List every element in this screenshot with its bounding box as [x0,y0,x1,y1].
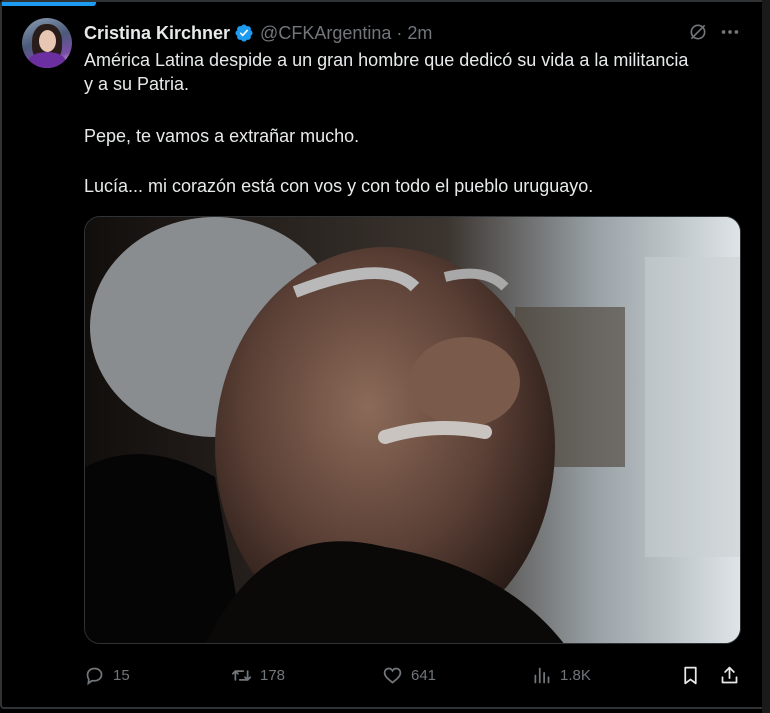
separator-dot: · [396,22,403,43]
post-text-line-4: Lucía... mi corazón está con vos y con t… [84,176,594,196]
author-name[interactable]: Cristina Kirchner [84,23,230,44]
scrollbar[interactable] [762,0,770,713]
reply-icon [86,667,103,685]
bookmark-button[interactable] [680,662,701,688]
views-count: 1.8K [560,666,591,684]
post-time[interactable]: 2m [407,23,432,44]
post-text-line-1: América Latina despide a un gran hombre … [84,50,689,70]
views-button[interactable]: 1.8K [531,662,591,688]
share-icon [721,666,738,683]
avatar[interactable] [22,18,72,68]
reply-count: 15 [113,666,130,684]
like-count: 641 [411,666,437,684]
retweet-icon [231,669,252,681]
tab-indicator [2,2,96,6]
post-text-line-2: y a su Patria. [84,74,190,94]
share-button[interactable] [719,662,740,688]
portrait-illustration [85,217,740,643]
avatar-body [28,52,66,68]
reply-button[interactable]: 15 [84,662,130,688]
avatar-face [39,30,56,52]
author-handle[interactable]: @CFKArgentina [260,23,391,44]
post-text-line-3: Pepe, te vamos a extrañar mucho. [84,126,360,146]
action-bar: 15 178 641 1.8K [0,662,770,688]
grok-icon[interactable] [688,22,708,42]
like-button[interactable]: 641 [382,662,436,688]
views-icon [534,667,550,683]
like-icon [383,667,402,684]
retweet-count: 178 [260,666,286,684]
more-icon[interactable] [719,22,741,42]
retweet-button[interactable]: 178 [231,662,285,688]
post-header: Cristina Kirchner @CFKArgentina · 2m [84,20,432,46]
post-photo[interactable] [84,216,741,644]
verified-badge-icon [235,24,253,42]
bookmark-icon [684,666,697,684]
